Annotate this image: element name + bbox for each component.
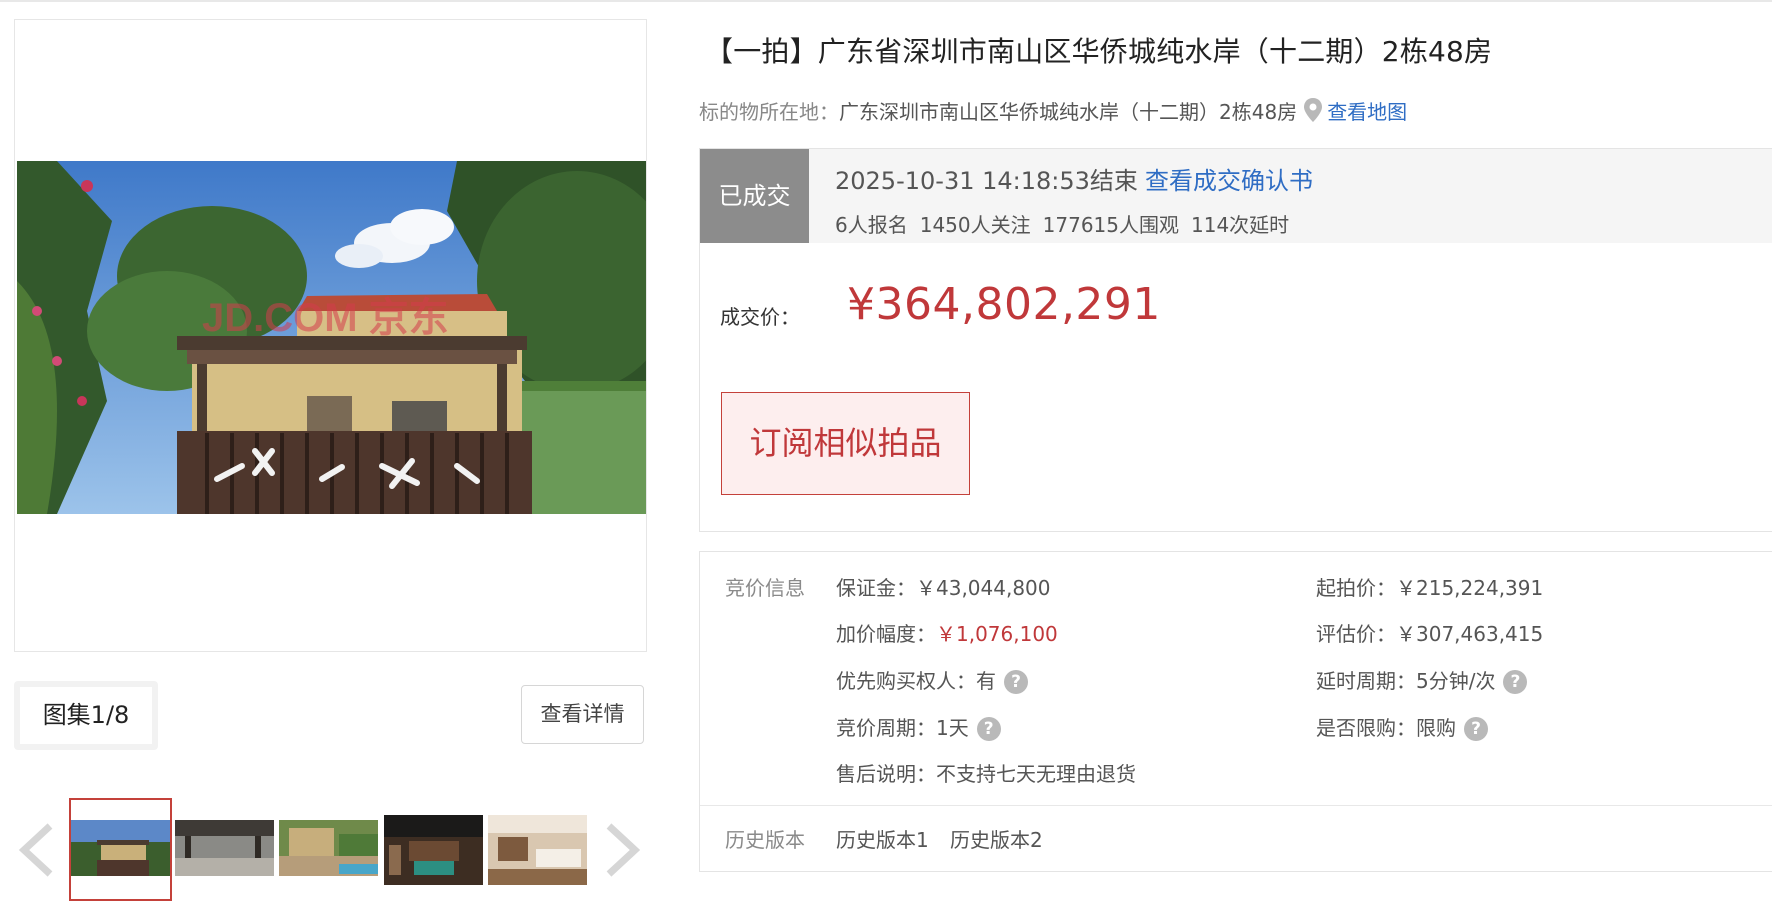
bidding-info-panel: 竞价信息 保证金：￥43,044,800 起拍价：￥215,224,391 加价… bbox=[699, 551, 1772, 872]
view-map-link[interactable]: 查看地图 bbox=[1327, 100, 1407, 124]
purchase-limit-help-icon[interactable]: ? bbox=[1464, 717, 1488, 741]
purchase-limit-value: 限购 bbox=[1416, 716, 1456, 740]
bid-cycle-help-icon[interactable]: ? bbox=[976, 717, 1001, 741]
map-pin-icon[interactable] bbox=[1303, 97, 1323, 123]
bid-cycle-row: 竞价周期：1天? bbox=[836, 712, 1001, 741]
location-label: 标的物所在地： bbox=[699, 100, 839, 124]
priority-row: 优先购买权人：有? bbox=[836, 665, 1028, 694]
after-sale-row: 售后说明：不支持七天无理由退货 bbox=[836, 758, 1136, 787]
thumbnail-5[interactable] bbox=[488, 815, 587, 885]
watermark: JD.COM 京东 bbox=[202, 296, 449, 340]
stat-viewers: 177615人围观 bbox=[1042, 213, 1179, 237]
priority-label: 优先购买权人： bbox=[836, 669, 976, 693]
deposit-label: 保证金： bbox=[836, 576, 916, 600]
history-version-2-link[interactable]: 历史版本2 bbox=[950, 824, 1043, 853]
purchase-limit-label: 是否限购： bbox=[1316, 716, 1416, 740]
page-title: 【一拍】广东省深圳市南山区华侨城纯水岸（十二期）2栋48房 bbox=[705, 35, 1493, 68]
deal-price: ¥364,802,291 bbox=[847, 279, 1161, 330]
deal-price-label: 成交价： bbox=[720, 305, 800, 329]
status-badge: 已成交 bbox=[700, 149, 809, 243]
delay-cycle-label: 延时周期： bbox=[1316, 669, 1416, 693]
purchase-limit-row: 是否限购：限购? bbox=[1316, 712, 1488, 741]
top-border bbox=[0, 0, 1772, 2]
appraisal-label: 评估价： bbox=[1316, 622, 1396, 646]
section-divider bbox=[700, 805, 1772, 806]
gallery-counter-badge: 图集1/8 bbox=[14, 681, 158, 750]
auction-stats: 6人报名 1450人关注 177615人围观 114次延时 bbox=[835, 209, 1301, 238]
prev-thumbnail-arrow-icon[interactable] bbox=[14, 820, 58, 880]
increment-label: 加价幅度： bbox=[836, 622, 936, 646]
history-section-label: 历史版本 bbox=[725, 828, 805, 852]
increment-row: 加价幅度：￥1,076,100 bbox=[836, 618, 1058, 647]
status-bar: 已成交 2025-10-31 14:18:53结束 查看成交确认书 6人报名 14… bbox=[700, 149, 1772, 243]
start-price-row: 起拍价：￥215,224,391 bbox=[1316, 572, 1543, 601]
location-value: 广东深圳市南山区华侨城纯水岸（十二期）2栋48房 bbox=[839, 100, 1298, 124]
increment-value: ￥1,076,100 bbox=[936, 622, 1058, 646]
thumbnail-2[interactable] bbox=[175, 820, 274, 876]
status-panel: 已成交 2025-10-31 14:18:53结束 查看成交确认书 6人报名 14… bbox=[699, 148, 1772, 532]
thumbnail-4[interactable] bbox=[384, 815, 483, 885]
view-details-button[interactable]: 查看详情 bbox=[521, 685, 644, 744]
subscribe-similar-button[interactable]: 订阅相似拍品 bbox=[721, 392, 970, 495]
thumbnail-selected-outline bbox=[69, 798, 172, 901]
after-sale-value: 不支持七天无理由退货 bbox=[936, 762, 1136, 786]
delay-cycle-row: 延时周期：5分钟/次? bbox=[1316, 665, 1528, 694]
main-photo[interactable]: JD.COM 京东 bbox=[17, 161, 646, 514]
delay-cycle-value: 5分钟/次 bbox=[1416, 669, 1496, 693]
start-price-value: ￥215,224,391 bbox=[1396, 576, 1544, 600]
deposit-value: ￥43,044,800 bbox=[916, 576, 1051, 600]
appraisal-row: 评估价：￥307,463,415 bbox=[1316, 618, 1543, 647]
location-row: 标的物所在地：广东深圳市南山区华侨城纯水岸（十二期）2栋48房 查看地图 bbox=[699, 96, 1407, 124]
next-thumbnail-arrow-icon[interactable] bbox=[601, 820, 645, 880]
appraisal-value: ￥307,463,415 bbox=[1396, 622, 1544, 646]
main-photo-frame[interactable]: JD.COM 京东 bbox=[14, 19, 647, 652]
stat-registered: 6人报名 bbox=[835, 213, 908, 237]
stat-extensions: 114次延时 bbox=[1191, 213, 1290, 237]
after-sale-label: 售后说明： bbox=[836, 762, 936, 786]
priority-value: 有 bbox=[976, 669, 996, 693]
thumbnail-3[interactable] bbox=[279, 820, 378, 876]
end-time: 2025-10-31 14:18:53结束 bbox=[835, 167, 1138, 195]
history-version-1-link[interactable]: 历史版本1 bbox=[836, 824, 929, 853]
stat-followers: 1450人关注 bbox=[919, 213, 1031, 237]
deposit-row: 保证金：￥43,044,800 bbox=[836, 572, 1051, 601]
gallery-counter: 图集1/8 bbox=[42, 701, 130, 729]
priority-help-icon[interactable]: ? bbox=[1004, 670, 1028, 694]
bid-cycle-label: 竞价周期： bbox=[836, 716, 936, 740]
start-price-label: 起拍价： bbox=[1316, 576, 1396, 600]
view-certificate-link[interactable]: 查看成交确认书 bbox=[1145, 161, 1313, 196]
bid-cycle-value: 1天 bbox=[936, 716, 969, 740]
bidding-section-label: 竞价信息 bbox=[725, 576, 805, 600]
delay-cycle-help-icon[interactable]: ? bbox=[1503, 670, 1528, 694]
